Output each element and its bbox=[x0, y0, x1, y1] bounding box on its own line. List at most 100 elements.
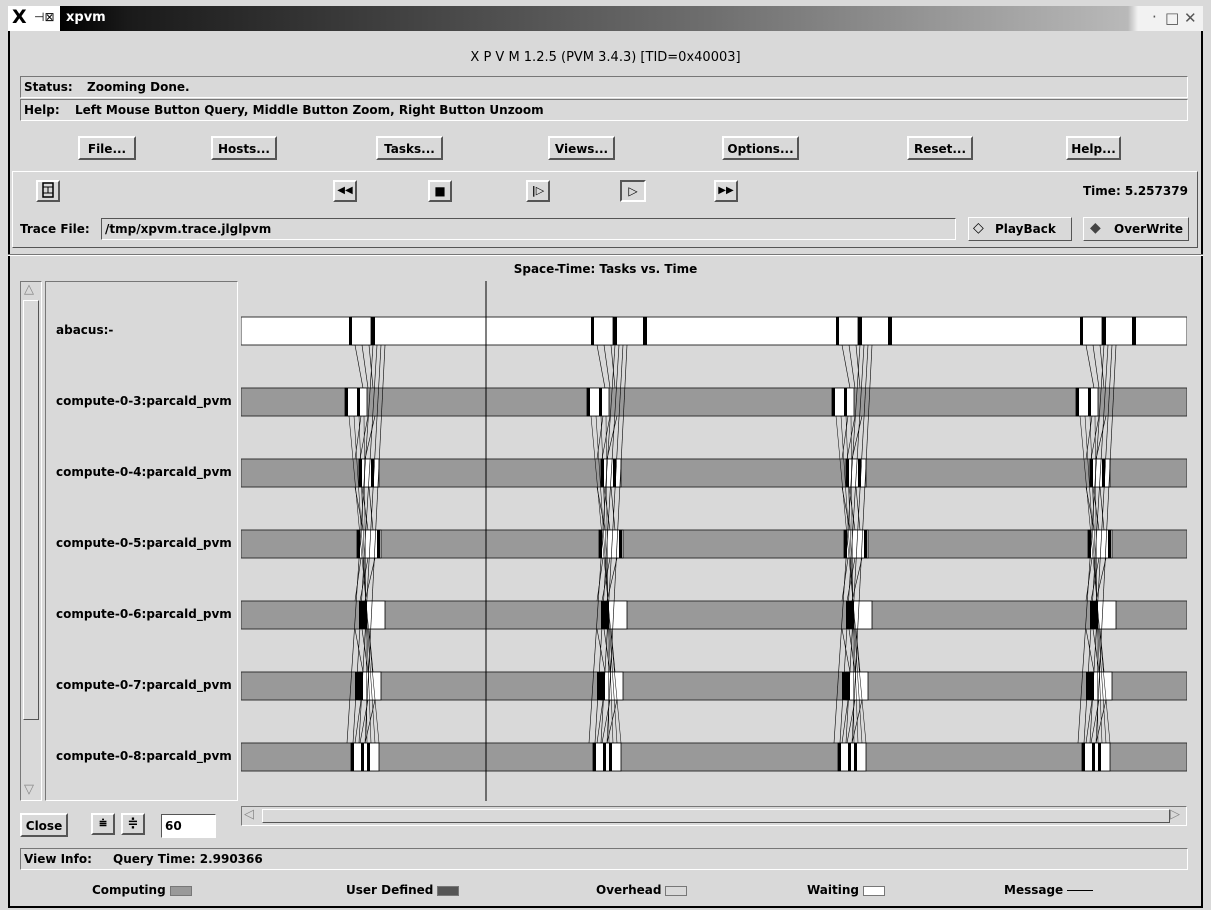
overwrite-radio-label: OverWrite bbox=[1114, 222, 1184, 236]
rewind-button[interactable]: ◀◀ bbox=[333, 180, 357, 202]
window-frame-left bbox=[8, 31, 10, 908]
legend-waiting: Waiting bbox=[807, 883, 886, 897]
task-name-compute-0-7[interactable]: compute-0-7:parcald_pvm bbox=[56, 678, 232, 692]
abacus-mark-2 bbox=[888, 317, 892, 345]
zoom-in-icon: ⩧ bbox=[99, 816, 107, 831]
task-bar-2 bbox=[241, 458, 1187, 488]
playback-radio-label: PlayBack bbox=[995, 222, 1056, 236]
task-event-3-0-2 bbox=[377, 530, 380, 558]
reset-menu-button[interactable]: Reset... bbox=[907, 136, 973, 160]
task-event-6-0-2 bbox=[361, 743, 364, 771]
legend-message: Message bbox=[1004, 883, 1094, 897]
abacus-mark-1 bbox=[643, 317, 647, 345]
task-event-0-2-1 bbox=[836, 317, 839, 345]
task-event-6-0-1 bbox=[351, 743, 354, 771]
task-event-1-3-2 bbox=[1088, 388, 1091, 416]
task-bar-0 bbox=[241, 316, 1187, 346]
pin-icon[interactable]: ⊣⊠ bbox=[34, 10, 55, 24]
app-title: X P V M 1.2.5 (PVM 3.4.3) [TID=0x40003] bbox=[470, 50, 741, 65]
task-event-6-3-0 bbox=[1081, 742, 1111, 772]
computing-swatch bbox=[169, 885, 192, 896]
minimize-icon[interactable]: · bbox=[1152, 8, 1157, 26]
scroll-up-arrow-icon[interactable]: △ bbox=[24, 282, 34, 297]
trace-file-input[interactable]: /tmp/xpvm.trace.jlglpvm bbox=[101, 218, 956, 240]
task-event-1-0-1 bbox=[345, 388, 348, 416]
legend-computing-label: Computing bbox=[92, 883, 166, 897]
task-event-0-2-0 bbox=[837, 316, 859, 346]
trace-icon[interactable] bbox=[36, 180, 60, 202]
task-event-6-2-0 bbox=[837, 742, 867, 772]
task-event-0-1-2 bbox=[613, 317, 617, 345]
help-text: Left Mouse Button Query, Middle Button Z… bbox=[75, 103, 544, 117]
task-name-compute-0-3[interactable]: compute-0-3:parcald_pvm bbox=[56, 394, 232, 408]
task-event-1-3-0 bbox=[1075, 387, 1099, 417]
task-event-3-2-2 bbox=[864, 530, 867, 558]
fast-forward-button[interactable]: ▶▶ bbox=[714, 180, 738, 202]
task-bar-5 bbox=[241, 671, 1187, 701]
legend-waiting-label: Waiting bbox=[807, 883, 860, 897]
help-menu-button[interactable]: Help... bbox=[1066, 136, 1121, 160]
trace-file-value: /tmp/xpvm.trace.jlglpvm bbox=[105, 222, 272, 236]
window-title-bar[interactable]: X ⊣⊠ xpvm · □ ✕ bbox=[8, 6, 1203, 31]
status-text: Zooming Done. bbox=[87, 80, 190, 94]
scroll-left-arrow-icon[interactable]: ◁ bbox=[244, 807, 254, 822]
playback-radio[interactable]: ◇ PlayBack bbox=[968, 217, 1072, 241]
task-event-1-1-0 bbox=[586, 387, 610, 417]
hosts-menu-button[interactable]: Hosts... bbox=[211, 136, 277, 160]
options-menu-button[interactable]: Options... bbox=[722, 136, 799, 160]
legend-message-label: Message bbox=[1004, 883, 1064, 897]
legend-overhead-label: Overhead bbox=[596, 883, 662, 897]
task-event-1-1-2 bbox=[599, 388, 602, 416]
window-frame-bottom bbox=[8, 906, 1203, 908]
task-event-0-3-1 bbox=[1080, 317, 1083, 345]
spacetime-canvas[interactable] bbox=[241, 281, 1187, 801]
task-event-0-3-2 bbox=[1102, 317, 1106, 345]
overhead-swatch bbox=[665, 885, 688, 896]
legend-user-defined-label: User Defined bbox=[346, 883, 434, 897]
task-name-abacus[interactable]: abacus:- bbox=[56, 323, 113, 337]
zoom-input[interactable]: 60 bbox=[161, 814, 216, 838]
scroll-down-arrow-icon[interactable]: ▽ bbox=[24, 782, 34, 797]
tasks-menu-button[interactable]: Tasks... bbox=[376, 136, 443, 160]
task-event-1-0-0 bbox=[344, 387, 368, 417]
waiting-swatch bbox=[863, 885, 886, 896]
task-name-compute-0-6[interactable]: compute-0-6:parcald_pvm bbox=[56, 607, 232, 621]
horizontal-scrollbar[interactable]: ◁ ▷ bbox=[241, 806, 1187, 826]
task-name-compute-0-4[interactable]: compute-0-4:parcald_pvm bbox=[56, 465, 232, 479]
trace-file-label: Trace File: bbox=[20, 222, 90, 236]
task-event-0-2-2 bbox=[858, 317, 862, 345]
vertical-scrollbar[interactable]: △ ▽ bbox=[20, 281, 42, 801]
film-icon bbox=[42, 182, 54, 198]
zoom-in-button[interactable]: ⩧ bbox=[91, 813, 115, 835]
task-name-compute-0-8[interactable]: compute-0-8:parcald_pvm bbox=[56, 749, 232, 763]
scrollbar-thumb[interactable] bbox=[23, 300, 39, 720]
task-name-compute-0-5[interactable]: compute-0-5:parcald_pvm bbox=[56, 536, 232, 550]
zoom-out-button[interactable]: ≑ bbox=[121, 813, 145, 835]
zoom-out-icon: ≑ bbox=[127, 816, 139, 831]
user-defined-swatch bbox=[437, 885, 460, 896]
task-event-3-3-2 bbox=[1108, 530, 1111, 558]
maximize-icon[interactable]: □ bbox=[1165, 9, 1179, 27]
task-event-6-0-3 bbox=[367, 743, 370, 771]
task-event-1-0-2 bbox=[357, 388, 360, 416]
file-menu-button[interactable]: File... bbox=[78, 136, 136, 160]
task-event-0-1-1 bbox=[591, 317, 594, 345]
task-event-6-0-0 bbox=[350, 742, 380, 772]
task-event-6-2-1 bbox=[838, 743, 841, 771]
scroll-right-arrow-icon[interactable]: ▷ bbox=[1170, 807, 1180, 822]
stop-button[interactable]: ■ bbox=[428, 180, 452, 202]
play-button[interactable]: ▷ bbox=[620, 180, 646, 202]
step-button[interactable]: |▷ bbox=[526, 180, 550, 202]
task-event-6-3-1 bbox=[1082, 743, 1085, 771]
zoom-value: 60 bbox=[165, 819, 182, 833]
legend-computing: Computing bbox=[92, 883, 192, 897]
view-info-bar: View Info: Query Time: 2.990366 bbox=[20, 848, 1188, 870]
close-button[interactable]: Close bbox=[20, 813, 68, 837]
close-icon[interactable]: ✕ bbox=[1184, 9, 1197, 27]
window-title: xpvm bbox=[66, 10, 106, 25]
overwrite-radio[interactable]: ◆ OverWrite bbox=[1083, 217, 1189, 241]
horizontal-scrollbar-thumb[interactable] bbox=[262, 809, 1170, 823]
playback-time: Time: 5.257379 bbox=[1083, 184, 1188, 198]
views-menu-button[interactable]: Views... bbox=[548, 136, 615, 160]
abacus-mark-3 bbox=[1132, 317, 1136, 345]
